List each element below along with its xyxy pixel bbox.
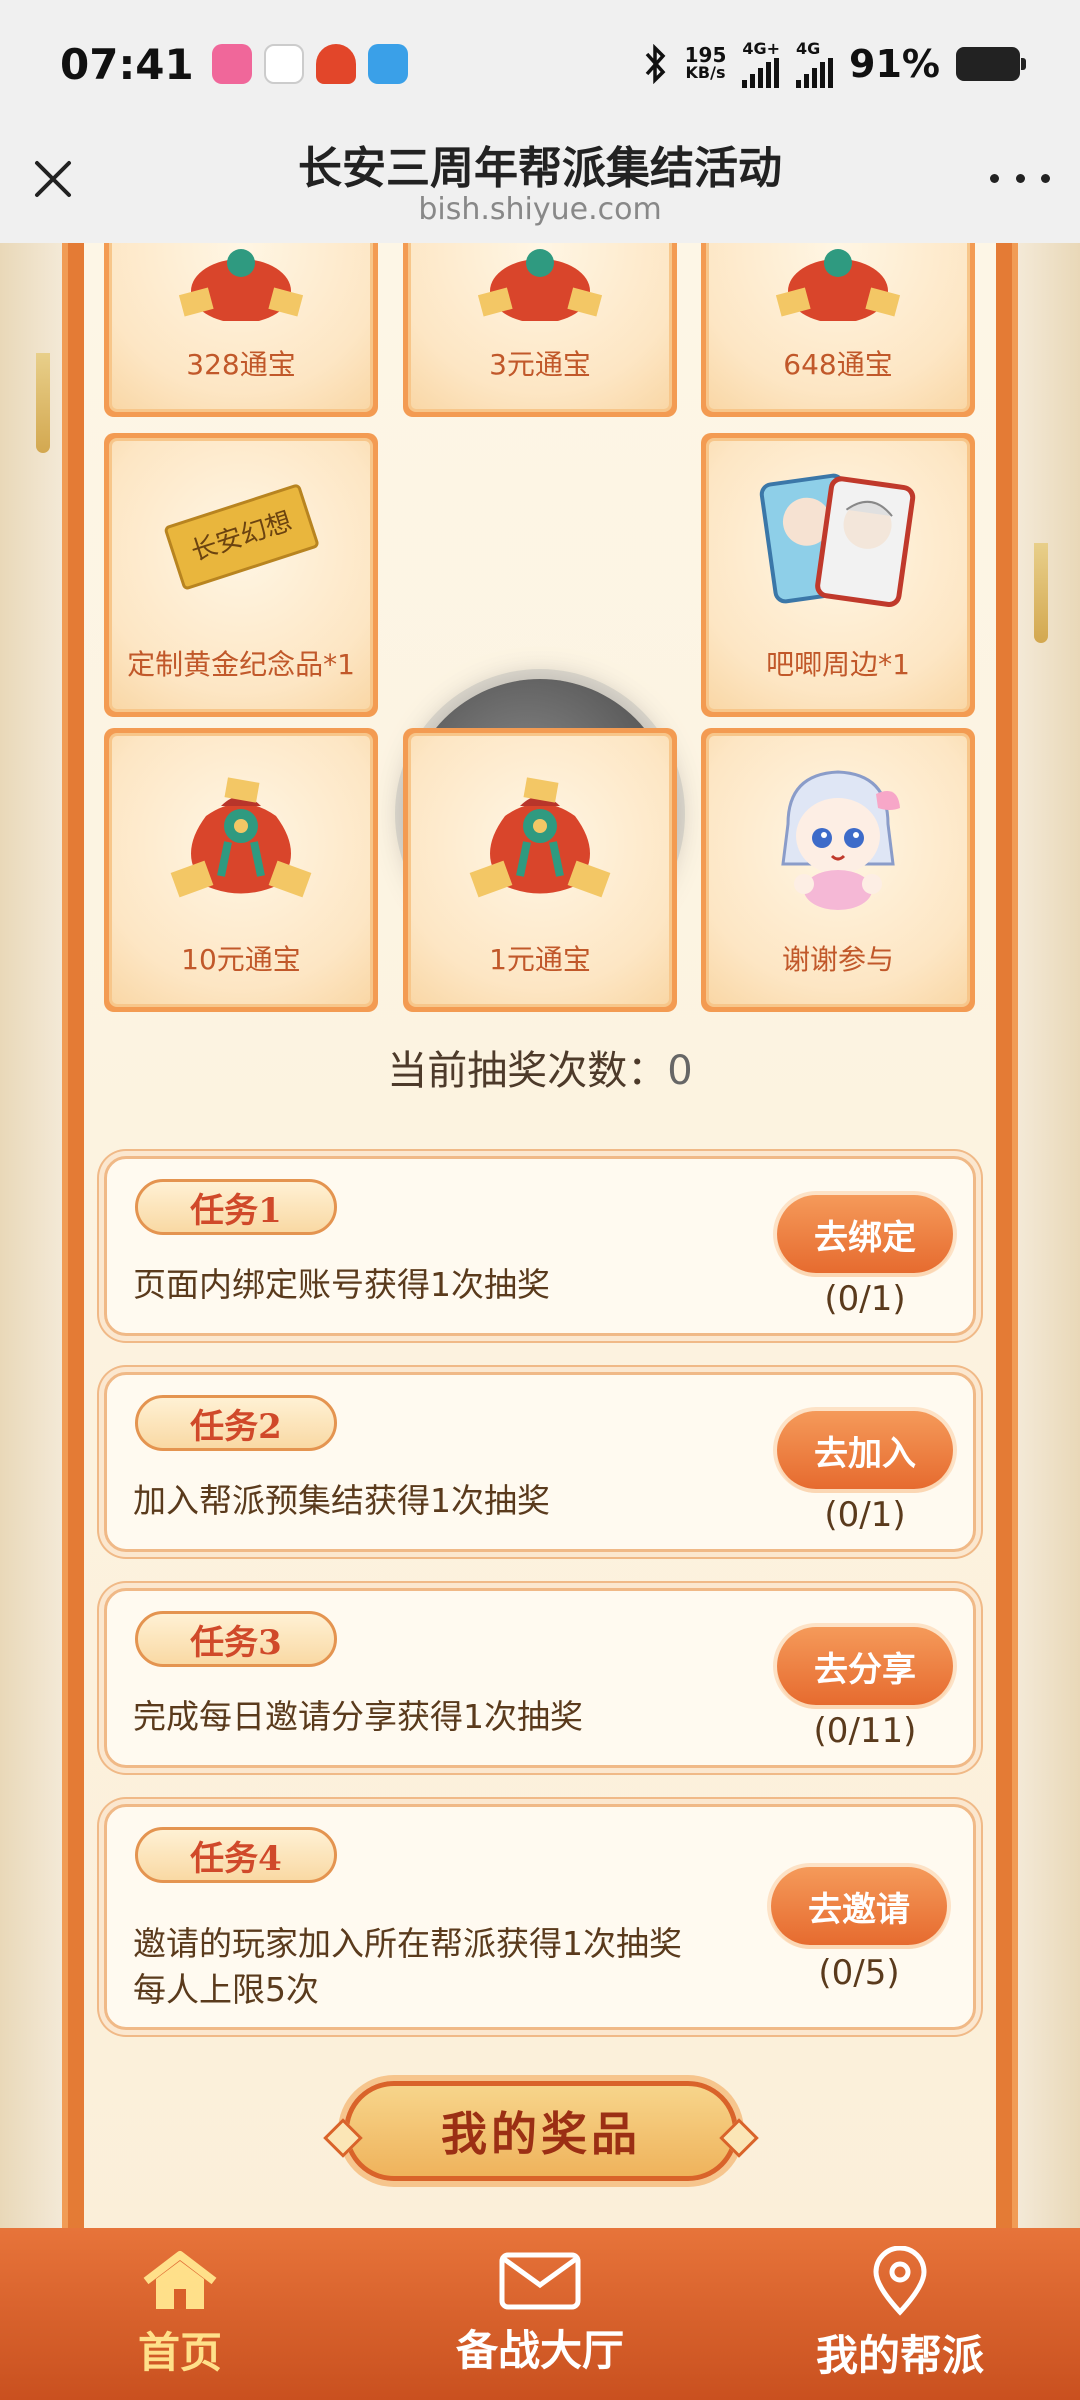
draw-count: 当前抽奖次数：0 [0, 1038, 1080, 1096]
prize-cell-3yuan: 3元通宝 [403, 243, 677, 417]
status-bar: 07:41 195 KB/s 4G+ 4G 91% [0, 0, 1080, 128]
location-icon [873, 2245, 927, 2316]
network-speed-unit: KB/s [685, 63, 726, 82]
treasure-bag-icon [469, 777, 611, 898]
task-progress: (0/1) [824, 1279, 906, 1319]
join-guild-button[interactable]: 去加入 [777, 1411, 953, 1489]
more-options-button[interactable] [990, 168, 1050, 188]
invite-button[interactable]: 去邀请 [771, 1867, 947, 1945]
dot [990, 173, 999, 183]
task-description: 加入帮派预集结获得1次抽奖 [133, 1481, 550, 1520]
signal-4g-plus: 4G+ [742, 40, 780, 88]
draw-count-label: 当前抽奖次数： [387, 1048, 668, 1094]
task-progress: (0/11) [813, 1711, 917, 1751]
net-label-1: 4G+ [742, 39, 781, 58]
battery-icon [956, 47, 1026, 81]
left-tassel-decoration [36, 353, 50, 453]
badge-cards-icon [759, 473, 916, 608]
page-url: bish.shiyue.com [418, 192, 662, 227]
prize-cell-thanks: 谢谢参与 [701, 728, 975, 1012]
task-description: 完成每日邀请分享获得1次抽奖 [133, 1697, 583, 1736]
network-speed: 195 KB/s [684, 43, 727, 82]
treasure-bag-icon [477, 249, 603, 321]
prize-cell-badge: 吧唧周边*1 [701, 433, 975, 717]
task-badge: 任务4 [135, 1827, 337, 1883]
prize-label: 10元通宝 [181, 943, 301, 976]
battery-percent: 91% [849, 42, 940, 86]
status-time: 07:41 [60, 39, 194, 89]
activity-content[interactable]: 328通宝 3元通宝 648通宝 长安幻想 定制黄金纪念品*1 吧唧周边*1 1… [0, 243, 1080, 2228]
draw-count-value: 0 [667, 1048, 693, 1094]
home-icon [143, 2250, 217, 2309]
prize-label: 648通宝 [783, 348, 893, 381]
prize-cell-10yuan: 10元通宝 [104, 728, 378, 1012]
nav-my-guild[interactable]: 我的帮派 [720, 2228, 1080, 2400]
game-app-icon [315, 44, 356, 84]
share-button[interactable]: 去分享 [777, 1627, 953, 1705]
task-description-limit: 每人上限5次 [133, 1970, 319, 2009]
title-bar: 长安三周年帮派集结活动 bish.shiyue.com [0, 128, 1080, 243]
bilibili-app-icon [211, 44, 252, 84]
task-card-3: 任务3 完成每日邀请分享获得1次抽奖 去分享 (0/11) [104, 1588, 976, 1768]
task-description: 邀请的玩家加入所在帮派获得1次抽奖 [133, 1924, 682, 1963]
prize-label: 3元通宝 [489, 348, 591, 381]
task-badge: 任务1 [135, 1179, 337, 1235]
network-speed-value: 195 [684, 43, 727, 67]
my-prizes-button[interactable]: 我的奖品 [344, 2081, 738, 2181]
bottom-nav: 首页 备战大厅 我的帮派 [0, 2228, 1080, 2400]
net-label-2: 4G [796, 39, 821, 58]
task-card-1: 任务1 页面内绑定账号获得1次抽奖 去绑定 (0/1) [104, 1156, 976, 1336]
nav-label: 首页 [137, 2327, 222, 2377]
task-description: 页面内绑定账号获得1次抽奖 [133, 1265, 550, 1304]
status-app-icons [211, 44, 408, 84]
prize-label: 1元通宝 [489, 943, 591, 976]
nav-prep-hall[interactable]: 备战大厅 [360, 2228, 720, 2400]
task-card-4: 任务4 邀请的玩家加入所在帮派获得1次抽奖 每人上限5次 去邀请 (0/5) [104, 1804, 976, 2030]
prize-label: 定制黄金纪念品*1 [127, 648, 355, 681]
bind-account-button[interactable]: 去绑定 [777, 1195, 953, 1273]
dot [1041, 173, 1050, 183]
prize-cell-328: 328通宝 [104, 243, 378, 417]
treasure-bag-icon [775, 249, 901, 321]
bluetooth-icon [645, 44, 666, 84]
prize-label: 吧唧周边*1 [766, 648, 910, 681]
prize-label: 328通宝 [186, 348, 296, 381]
right-tassel-decoration [1034, 543, 1048, 643]
telegram-app-icon [367, 44, 408, 84]
treasure-bag-icon [178, 249, 304, 321]
task-card-2: 任务2 加入帮派预集结获得1次抽奖 去加入 (0/1) [104, 1372, 976, 1552]
task-progress: (0/5) [818, 1953, 900, 1993]
nav-label: 备战大厅 [455, 2325, 624, 2375]
task-progress: (0/1) [824, 1495, 906, 1535]
prize-cell-648: 648通宝 [701, 243, 975, 417]
signal-icon [742, 58, 780, 88]
prize-cell-1yuan: 1元通宝 [403, 728, 677, 1012]
prize-cell-gold-souvenir: 长安幻想 定制黄金纪念品*1 [104, 433, 378, 717]
prize-label: 谢谢参与 [781, 943, 894, 976]
dot [1015, 173, 1025, 183]
page-title: 长安三周年帮派集结活动 [298, 143, 782, 194]
treasure-bag-icon [170, 777, 312, 898]
task-badge: 任务3 [135, 1611, 337, 1667]
signal-4g: 4G [796, 39, 834, 88]
check-app-icon [263, 44, 304, 84]
mascot-icon [781, 770, 900, 910]
signal-icon [796, 58, 834, 88]
nav-home[interactable]: 首页 [0, 2228, 360, 2400]
nav-label: 我的帮派 [815, 2330, 984, 2380]
mail-icon [499, 2252, 581, 2309]
task-badge: 任务2 [135, 1395, 337, 1451]
gold-ticket-icon: 长安幻想 [164, 484, 319, 590]
